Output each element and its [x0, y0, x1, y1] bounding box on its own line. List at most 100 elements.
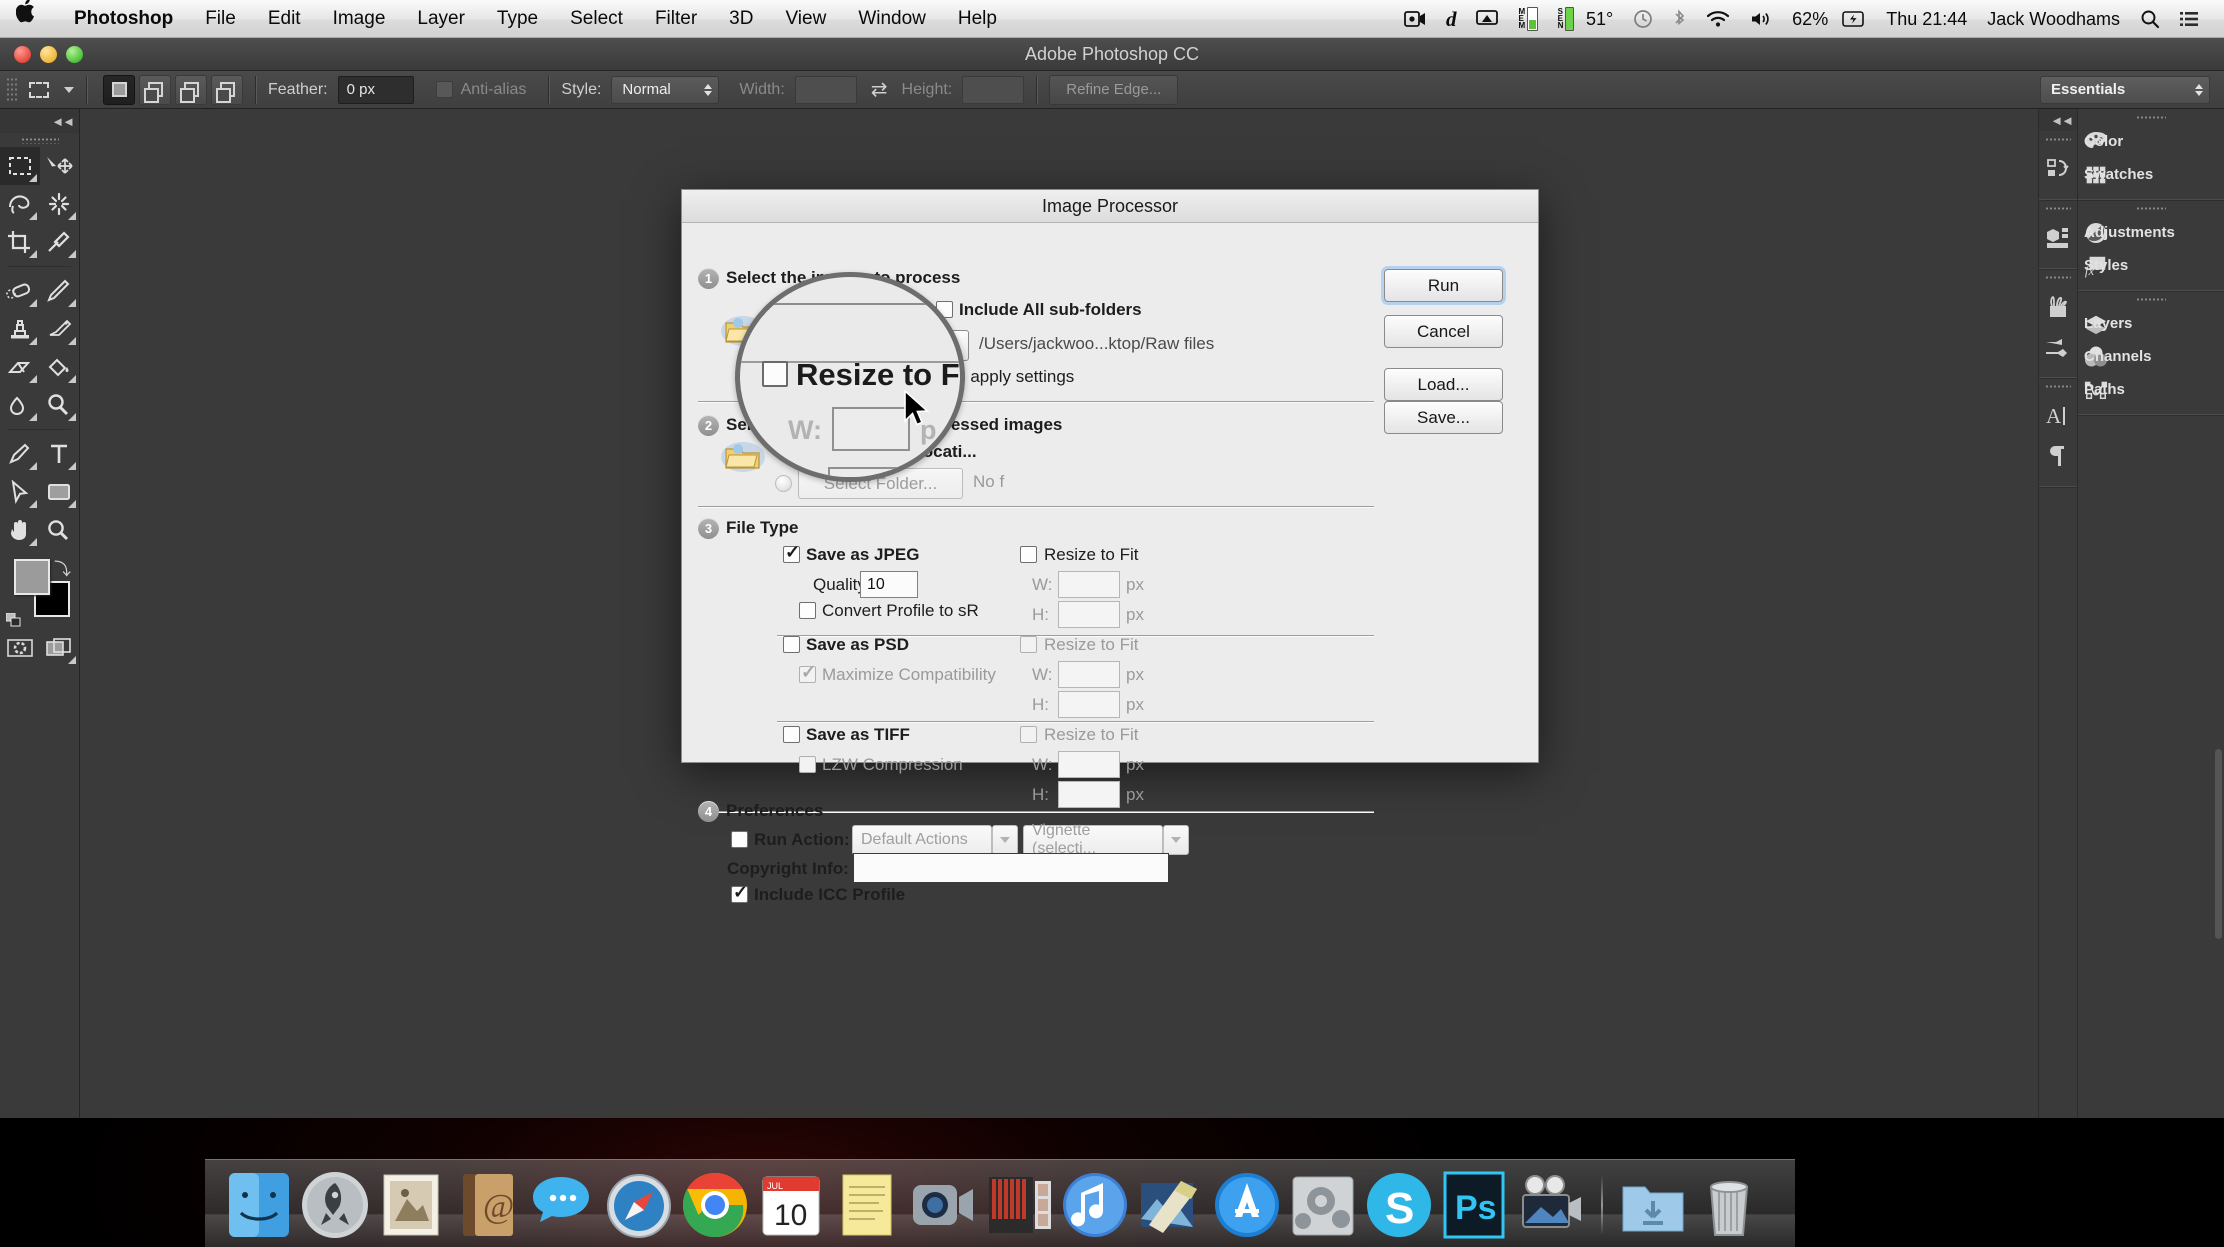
quick-mask-icon[interactable] — [0, 629, 40, 667]
tools-panel-grip[interactable] — [0, 133, 79, 147]
save-as-tiff-checkbox[interactable] — [783, 726, 800, 743]
panel-grip[interactable] — [2078, 109, 2224, 125]
dock-item-skype[interactable]: S — [1363, 1169, 1435, 1241]
select-folder-radio-dest[interactable] — [775, 475, 792, 492]
refine-edge-button[interactable]: Refine Edge... — [1049, 74, 1179, 105]
dock-item-chrome[interactable] — [679, 1169, 751, 1241]
brush-settings-icon[interactable] — [2039, 327, 2077, 367]
lzw-compression-checkbox[interactable] — [799, 756, 816, 773]
character-icon[interactable]: A — [2039, 396, 2077, 436]
volume-icon[interactable] — [1740, 10, 1782, 28]
dock-item-mail-stamp[interactable] — [375, 1169, 447, 1241]
menu-image[interactable]: Image — [317, 0, 402, 38]
zoom-tool[interactable] — [40, 511, 80, 549]
save-as-jpeg-checkbox[interactable] — [783, 542, 800, 563]
save-as-psd-checkbox[interactable] — [783, 636, 800, 653]
3d-properties-icon[interactable] — [2039, 218, 2077, 258]
menu-3d[interactable]: 3D — [713, 0, 769, 38]
chevron-down-icon[interactable] — [64, 86, 74, 93]
magic-wand-tool[interactable] — [40, 185, 80, 223]
tiff-resize-to-fit-checkbox[interactable] — [1020, 726, 1037, 743]
menu-layer[interactable]: Layer — [401, 0, 481, 38]
menu-type[interactable]: Type — [481, 0, 554, 38]
foreground-color-chip[interactable] — [14, 559, 50, 595]
panel-scrollbar[interactable] — [2215, 749, 2222, 939]
options-bar-grip[interactable] — [6, 76, 18, 103]
dock-item-calendar[interactable]: JUL 10 — [755, 1169, 827, 1241]
dock-item-photoshop[interactable]: Ps — [1439, 1169, 1511, 1241]
menu-file[interactable]: File — [189, 0, 252, 38]
history-icon[interactable] — [2039, 149, 2077, 189]
style-select[interactable]: Normal — [611, 75, 720, 104]
workspace-select[interactable]: Essentials — [2040, 75, 2210, 104]
selection-mode-intersect[interactable] — [211, 74, 243, 105]
airplay-icon[interactable] — [1466, 9, 1508, 28]
eyedropper-tool[interactable] — [40, 223, 80, 261]
magnified-resize-to-fit-checkbox[interactable] — [762, 361, 788, 387]
menu-photoshop[interactable]: Photoshop — [58, 0, 189, 38]
panel-grip[interactable] — [2078, 200, 2224, 216]
jpeg-width-input[interactable] — [1058, 571, 1120, 598]
rectangular-marquee-icon[interactable] — [22, 75, 56, 105]
rail-grip[interactable] — [2039, 275, 2077, 281]
paragraph-icon[interactable] — [2039, 436, 2077, 476]
panel-paths[interactable]: Paths — [2078, 373, 2224, 406]
rail-grip[interactable] — [2039, 206, 2077, 212]
pen-tool[interactable] — [0, 435, 40, 473]
dock-item-photo-booth[interactable] — [983, 1169, 1055, 1241]
convert-srgb-checkbox[interactable] — [799, 602, 816, 619]
dock-item-app-store[interactable] — [1211, 1169, 1283, 1241]
panel-grip[interactable] — [2078, 291, 2224, 307]
feather-input[interactable]: 0 px — [337, 75, 414, 104]
load-button[interactable]: Load... — [1384, 368, 1503, 401]
memory-gauge-icon[interactable]: M E M — [1508, 6, 1547, 31]
action-chevron-down-icon[interactable] — [1163, 825, 1189, 855]
tiff-width-input[interactable] — [1058, 751, 1120, 778]
dock-item-itunes[interactable] — [1059, 1169, 1131, 1241]
jpeg-height-input[interactable] — [1058, 601, 1120, 628]
screen-mode-icon[interactable] — [40, 629, 80, 667]
selection-mode-new[interactable] — [103, 74, 135, 105]
wifi-icon[interactable] — [1696, 10, 1740, 28]
type-tool[interactable] — [40, 435, 80, 473]
psd-resize-to-fit-checkbox[interactable] — [1020, 636, 1037, 653]
dock-item-downloads-folder[interactable] — [1617, 1169, 1689, 1241]
rectangular-marquee-tool[interactable] — [0, 147, 40, 185]
dock-item-finder[interactable] — [223, 1169, 295, 1241]
psd-width-input[interactable] — [1058, 661, 1120, 688]
cancel-button[interactable]: Cancel — [1384, 315, 1503, 348]
psd-height-input[interactable] — [1058, 691, 1120, 718]
dock-item-facetime[interactable] — [907, 1169, 979, 1241]
swap-arrows-icon[interactable]: ⇄ — [871, 77, 888, 102]
dock-item-contacts[interactable]: @ — [451, 1169, 523, 1241]
double-chevron-left-icon[interactable]: ◄◄ — [51, 114, 75, 129]
width-input[interactable] — [794, 75, 857, 104]
action-set-chevron-down-icon[interactable] — [992, 825, 1018, 855]
panel-adjustments[interactable]: Adjustments — [2078, 216, 2224, 249]
panel-swatches[interactable]: Swatches — [2078, 158, 2224, 191]
panel-channels[interactable]: Channels — [2078, 340, 2224, 373]
dock-item-system-preferences[interactable] — [1287, 1169, 1359, 1241]
dock-item-iphoto[interactable] — [1135, 1169, 1207, 1241]
menu-help[interactable]: Help — [942, 0, 1013, 38]
double-chevron-left-icon[interactable]: ◄◄ — [2050, 113, 2074, 128]
menu-edit[interactable]: Edit — [252, 0, 317, 38]
swap-colors-icon[interactable]: ⤵ — [54, 555, 71, 580]
notification-center-icon[interactable] — [2170, 10, 2210, 28]
sensor-gauge-icon[interactable]: S E N — [1548, 6, 1584, 31]
battery-percent-label[interactable]: 62% — [1782, 0, 1832, 38]
menubar-username[interactable]: Jack Woodhams — [1977, 0, 2130, 38]
copyright-info-input[interactable] — [853, 853, 1169, 883]
action-set-select[interactable]: Default Actions — [852, 825, 992, 855]
dock-item-messages[interactable] — [527, 1169, 599, 1241]
panel-color[interactable]: Color — [2078, 125, 2224, 158]
run-button[interactable]: Run — [1384, 269, 1503, 302]
apple-logo-icon[interactable] — [15, 0, 58, 39]
move-tool[interactable] — [40, 147, 80, 185]
maximize-compatibility-checkbox[interactable] — [799, 662, 816, 683]
clock-history-icon[interactable] — [1623, 9, 1663, 29]
run-action-checkbox[interactable] — [731, 831, 748, 848]
include-icc-profile-checkbox[interactable] — [731, 882, 748, 903]
dock-item-launchpad[interactable] — [299, 1169, 371, 1241]
shape-tool[interactable] — [40, 473, 80, 511]
